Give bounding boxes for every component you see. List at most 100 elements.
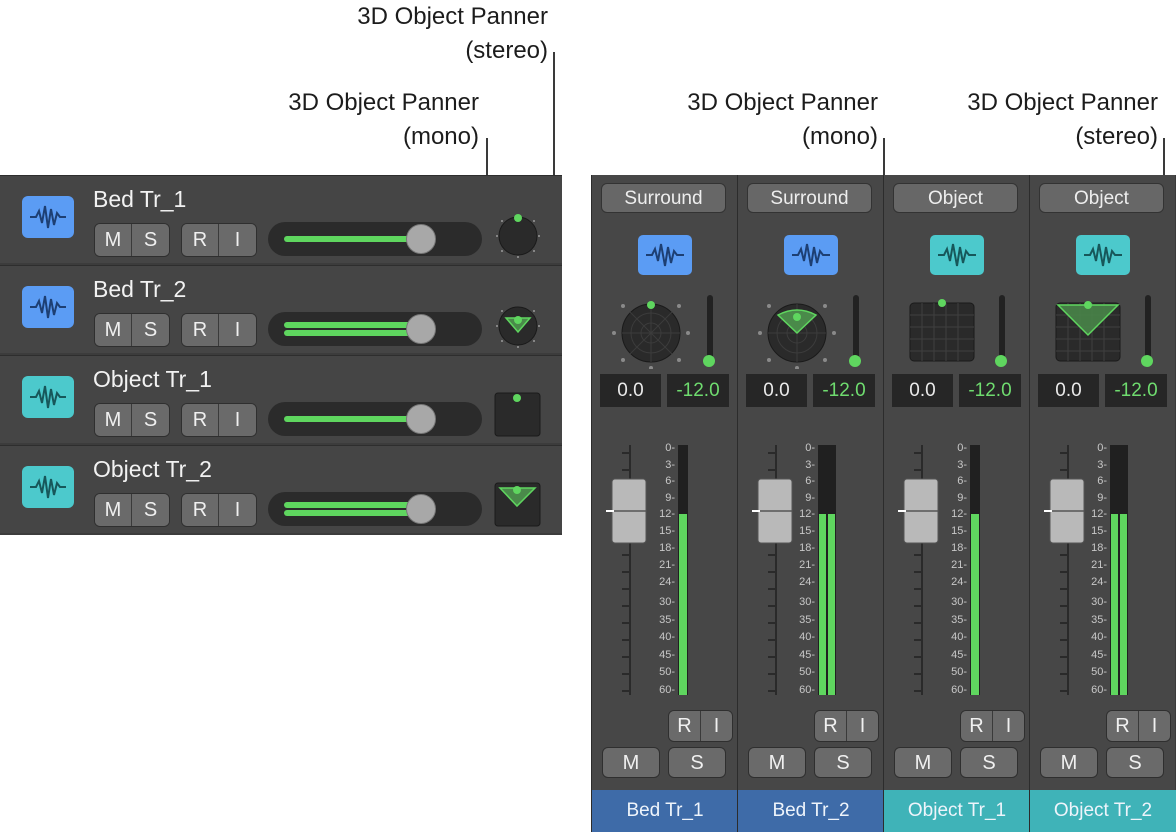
meter-scale-label: 50- — [1091, 666, 1107, 678]
input-monitor-button[interactable]: I — [1139, 711, 1170, 741]
input-monitor-button[interactable]: I — [847, 711, 878, 741]
record-button[interactable]: R — [669, 711, 701, 741]
lfe-slider-knob[interactable] — [995, 355, 1007, 367]
panner-mode-button[interactable]: Surround — [747, 183, 872, 213]
meter-scale-label: 24- — [799, 576, 815, 588]
mute-button[interactable]: M — [95, 224, 132, 256]
record-button[interactable]: R — [182, 494, 219, 526]
record-button[interactable]: R — [1107, 711, 1139, 741]
volume-knob[interactable] — [406, 224, 436, 254]
volume-fader-and-meter[interactable]: 0- 3- 6- 9- 12- 15- 18- 21- 24- 30- 35- 40- 45- 50- 60… — [604, 443, 734, 699]
object-panner-stereo[interactable] — [492, 476, 544, 528]
meter-scale-label: 60- — [1091, 684, 1107, 696]
mute-button[interactable]: M — [95, 494, 132, 526]
input-monitor-button[interactable]: I — [701, 711, 732, 741]
meter-scale-label: 15- — [659, 525, 675, 537]
record-button[interactable]: R — [182, 404, 219, 436]
mute-solo-group: M S — [94, 493, 170, 527]
meter-scale-label: 35- — [659, 614, 675, 626]
track-row[interactable]: Bed Tr_2 M S R I — [0, 265, 562, 353]
solo-button[interactable]: S — [132, 224, 169, 256]
meter-scale-label: 21- — [1091, 559, 1107, 571]
solo-button[interactable]: S — [1106, 747, 1164, 778]
panner-mode-button[interactable]: Object — [893, 183, 1018, 213]
mute-button[interactable]: M — [1040, 747, 1098, 778]
meter-scale-label: 24- — [1091, 576, 1107, 588]
solo-button[interactable]: S — [132, 314, 169, 346]
solo-button[interactable]: S — [132, 494, 169, 526]
meter-scale-label: 9- — [805, 492, 815, 504]
record-button[interactable]: R — [815, 711, 847, 741]
pan-value[interactable]: 0.0 — [600, 374, 661, 407]
level-meter-fill — [828, 514, 835, 695]
record-button[interactable]: R — [182, 314, 219, 346]
surround-panner[interactable] — [606, 293, 696, 370]
volume-knob[interactable] — [406, 314, 436, 344]
meter-scale-label: 40- — [951, 631, 967, 643]
volume-knob[interactable] — [406, 494, 436, 524]
mute-button[interactable]: M — [95, 314, 132, 346]
mute-button[interactable]: M — [95, 404, 132, 436]
surround-panner-stereo[interactable] — [752, 293, 842, 370]
volume-value[interactable]: -12.0 — [1105, 374, 1167, 407]
lfe-slider-knob[interactable] — [703, 355, 715, 367]
meter-scale-label: 0- — [1097, 443, 1107, 454]
object-panner-stereo[interactable] — [1044, 293, 1134, 369]
channel-name[interactable]: Object Tr_2 — [1030, 790, 1176, 832]
solo-button[interactable]: S — [814, 747, 872, 778]
track-row[interactable]: Bed Tr_1 M S R I — [0, 175, 562, 263]
pan-value[interactable]: 0.0 — [1038, 374, 1099, 407]
mute-button[interactable]: M — [748, 747, 806, 778]
record-button[interactable]: R — [961, 711, 993, 741]
input-monitor-button[interactable]: I — [219, 404, 256, 436]
volume-slider[interactable] — [268, 492, 482, 526]
mute-button[interactable]: M — [602, 747, 660, 778]
callout-stereo-right: 3D Object Panner (stereo) — [967, 86, 1158, 154]
volume-fader-and-meter[interactable]: 0- 3- 6- 9- 12- 15- 18- 21- 24- 30- 35- 40- 45- 50- 60… — [896, 443, 1026, 699]
pan-value[interactable]: 0.0 — [892, 374, 953, 407]
mute-button[interactable]: M — [894, 747, 952, 778]
volume-slider[interactable] — [268, 402, 482, 436]
meter-scale-label: 12- — [951, 508, 967, 520]
panner-mode-button[interactable]: Surround — [601, 183, 726, 213]
volume-value[interactable]: -12.0 — [959, 374, 1021, 407]
volume-value[interactable]: -12.0 — [667, 374, 729, 407]
lfe-slider[interactable] — [707, 295, 713, 359]
input-monitor-button[interactable]: I — [993, 711, 1024, 741]
meter-scale-label: 6- — [805, 475, 815, 487]
object-panner-mono[interactable] — [898, 293, 988, 369]
surround-panner-knob[interactable] — [492, 206, 544, 258]
solo-button[interactable]: S — [132, 404, 169, 436]
volume-value[interactable]: -12.0 — [813, 374, 875, 407]
channel-name[interactable]: Object Tr_1 — [884, 790, 1030, 832]
volume-knob[interactable] — [406, 404, 436, 434]
volume-fader-and-meter[interactable]: 0- 3- 6- 9- 12- 15- 18- 21- 24- 30- 35- 40- 45- 50- 60… — [750, 443, 880, 699]
track-row[interactable]: Object Tr_1 M S R I — [0, 355, 562, 443]
track-row[interactable]: Object Tr_2 M S R I — [0, 445, 562, 533]
input-monitor-button[interactable]: I — [219, 494, 256, 526]
input-monitor-button[interactable]: I — [219, 224, 256, 256]
callout-mono-left: 3D Object Panner (mono) — [288, 86, 479, 154]
volume-slider[interactable] — [268, 222, 482, 256]
volume-slider[interactable] — [268, 312, 482, 346]
meter-scale-label: 9- — [1097, 492, 1107, 504]
lfe-slider[interactable] — [999, 295, 1005, 359]
volume-fader-and-meter[interactable]: 0- 3- 6- 9- 12- 15- 18- 21- 24- 30- 35- 40- 45- 50- 60… — [1042, 443, 1172, 699]
pan-value[interactable]: 0.0 — [746, 374, 807, 407]
channel-name[interactable]: Bed Tr_2 — [738, 790, 884, 832]
lfe-slider-knob[interactable] — [849, 355, 861, 367]
lfe-slider-knob[interactable] — [1141, 355, 1153, 367]
solo-button[interactable]: S — [960, 747, 1018, 778]
channel-name[interactable]: Bed Tr_1 — [592, 790, 738, 832]
record-button[interactable]: R — [182, 224, 219, 256]
meter-scale-label: 60- — [951, 684, 967, 696]
meter-scale-label: 45- — [799, 649, 815, 661]
lfe-slider[interactable] — [1145, 295, 1151, 359]
solo-button[interactable]: S — [668, 747, 726, 778]
panner-mode-button[interactable]: Object — [1039, 183, 1164, 213]
lfe-slider[interactable] — [853, 295, 859, 359]
meter-scale-label: 12- — [1091, 508, 1107, 520]
surround-panner-knob-stereo[interactable] — [492, 296, 544, 348]
input-monitor-button[interactable]: I — [219, 314, 256, 346]
object-panner-mono[interactable] — [492, 386, 544, 438]
